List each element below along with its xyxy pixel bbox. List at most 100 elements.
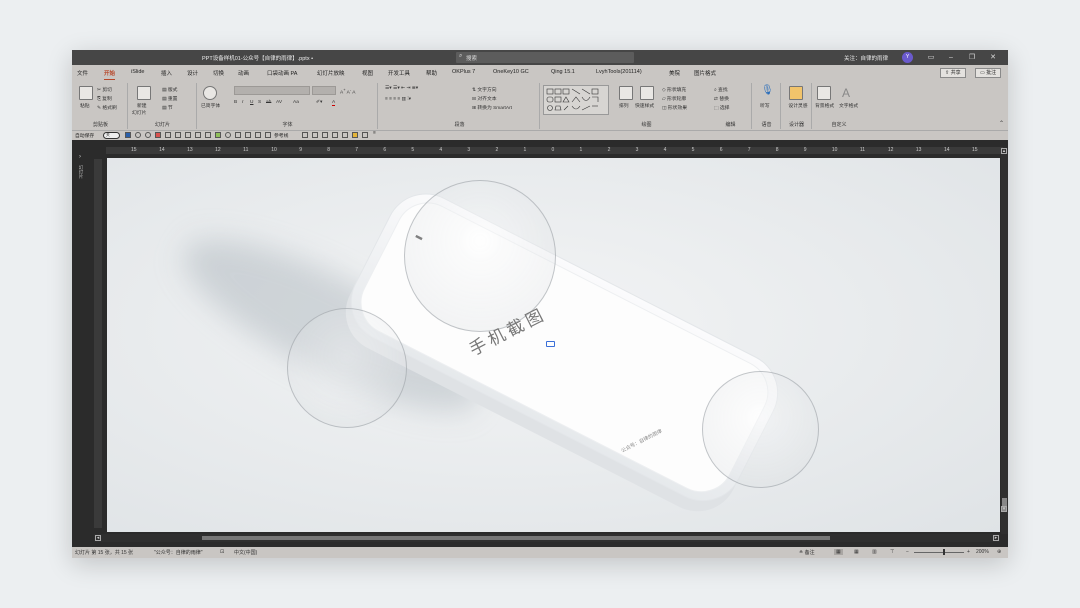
shape-fill-button[interactable]: ◇ 形状填充 xyxy=(662,86,686,93)
shapes-gallery[interactable] xyxy=(543,85,609,115)
font-name-input[interactable] xyxy=(234,86,310,95)
microphone-icon[interactable]: 🎙 xyxy=(761,85,774,96)
redo-icon[interactable] xyxy=(145,132,151,138)
simplified-font-label[interactable]: 已简字体 xyxy=(201,102,223,109)
reading-view-icon[interactable]: ▥ xyxy=(872,549,877,555)
expand-panel-icon[interactable]: › xyxy=(79,154,81,160)
notes-button[interactable]: ≙ 备注 xyxy=(799,549,815,556)
text-format-icon[interactable]: A xyxy=(842,86,850,100)
tab-animations[interactable]: 动画 xyxy=(238,69,249,77)
background-format-icon[interactable] xyxy=(817,86,831,100)
arrange-icon[interactable] xyxy=(619,86,633,100)
scroll-left-icon[interactable]: ◂ xyxy=(95,535,101,541)
slide-canvas[interactable]: 手机截图 公众号：自律的雨律 xyxy=(107,158,1000,532)
replace-button[interactable]: ⇄ 替换 xyxy=(714,95,729,102)
tab-insert[interactable]: 插入 xyxy=(161,69,172,77)
accessibility-icon[interactable]: ⊡ xyxy=(220,549,224,555)
distribute-icon[interactable] xyxy=(195,132,201,138)
design-ideas-label[interactable]: 设计灵感 xyxy=(786,102,810,109)
normal-view-icon[interactable]: ▦ xyxy=(834,549,843,555)
zoom-out-icon[interactable]: − xyxy=(906,549,909,555)
zoom-slider-thumb[interactable] xyxy=(943,549,945,555)
chart-icon[interactable] xyxy=(332,132,338,138)
hash-icon[interactable] xyxy=(302,132,308,138)
guides-label[interactable]: 参考线 xyxy=(274,132,288,139)
dictate-label[interactable]: 听写 xyxy=(760,102,770,109)
scroll-right-icon[interactable]: ▸ xyxy=(993,535,999,541)
tab-home[interactable]: 开始 xyxy=(104,69,116,80)
tab-picture-format[interactable]: 图片格式 xyxy=(694,69,716,77)
tab-pocket-animation[interactable]: 口袋动画 PA xyxy=(267,69,297,77)
shadow-button[interactable]: S xyxy=(258,100,261,105)
present-icon[interactable] xyxy=(155,132,161,138)
collapse-ribbon-icon[interactable]: ⌃ xyxy=(999,120,1004,127)
tab-okplus[interactable]: OKPlus 7 xyxy=(452,69,475,75)
tab-developer[interactable]: 开发工具 xyxy=(388,69,410,77)
scroll-down-icon[interactable]: ▾ xyxy=(1001,506,1007,512)
eyedropper-icon[interactable] xyxy=(235,132,241,138)
bullets-icon[interactable]: ☰▾ ☰▾ ⇤ ⇥ ≣▾ xyxy=(385,86,418,91)
tab-onekey[interactable]: OneKey10 GC xyxy=(493,69,529,75)
table-icon[interactable] xyxy=(165,132,171,138)
select-button[interactable]: ⬚ 选择 xyxy=(714,104,729,111)
save-icon[interactable] xyxy=(125,132,131,138)
section-button[interactable]: ▤ 节 xyxy=(162,104,173,111)
text-format-label[interactable]: 文字格式 xyxy=(839,102,858,109)
fill-color-icon[interactable] xyxy=(215,132,221,138)
ribbon-display-icon[interactable]: ▭ xyxy=(924,52,938,63)
arrange-label[interactable]: 排列 xyxy=(619,102,629,109)
cut-button[interactable]: ✂ 剪切 xyxy=(97,86,112,93)
search-box[interactable]: ⌕ 搜索 xyxy=(456,52,634,63)
new-slide-icon[interactable] xyxy=(137,86,151,100)
window-icon[interactable] xyxy=(362,132,368,138)
italic-button[interactable]: I xyxy=(242,100,243,105)
tab-slideshow[interactable]: 幻灯片放映 xyxy=(317,69,345,77)
background-format-label[interactable]: 背景格式 xyxy=(815,102,834,109)
new-slide-label[interactable]: 新建 xyxy=(137,102,147,109)
slideshow-icon[interactable]: ⊤ xyxy=(890,549,894,555)
tab-transitions[interactable]: 切换 xyxy=(213,69,224,77)
text-direction-button[interactable]: ⇅ 文字方向 xyxy=(472,86,497,93)
undo-icon[interactable] xyxy=(135,132,141,138)
paste-icon[interactable] xyxy=(79,86,93,100)
zoom-in-icon[interactable]: + xyxy=(967,549,970,555)
rotate-icon[interactable] xyxy=(312,132,318,138)
reset-button[interactable]: ▤ 重置 xyxy=(162,95,177,102)
folder-icon[interactable] xyxy=(352,132,358,138)
language[interactable]: 中文(中国) xyxy=(234,549,257,556)
underline-button[interactable]: U xyxy=(250,100,253,105)
tab-view[interactable]: 视图 xyxy=(362,69,373,77)
simplified-font-icon[interactable] xyxy=(203,86,217,100)
minimize-icon[interactable]: – xyxy=(944,52,958,63)
copy-button[interactable]: ⎘ 复制 xyxy=(97,95,112,102)
char-spacing-button[interactable]: AV xyxy=(276,100,282,105)
scroll-up-icon[interactable]: ▴ xyxy=(1001,148,1007,154)
tab-meiyuan[interactable]: 美院 xyxy=(669,69,680,77)
horizontal-scrollbar[interactable] xyxy=(94,534,1000,542)
close-icon[interactable]: ✕ xyxy=(986,52,1000,63)
merge-icon[interactable] xyxy=(342,132,348,138)
bold-button[interactable]: B xyxy=(234,100,237,105)
tab-islide[interactable]: iSlide xyxy=(131,69,144,75)
autosave-toggle[interactable]: 关 xyxy=(103,132,120,139)
find-button[interactable]: ⌕ 查找 xyxy=(714,86,728,93)
textbox-icon[interactable] xyxy=(175,132,181,138)
change-case-button[interactable]: Aa xyxy=(293,100,299,105)
tab-design[interactable]: 设计 xyxy=(187,69,198,77)
vertical-scrollbar[interactable] xyxy=(1001,148,1008,534)
checkbox-icon[interactable] xyxy=(265,132,271,138)
format-painter-button[interactable]: ✎ 格式刷 xyxy=(97,104,117,111)
font-color-button[interactable]: A xyxy=(332,100,336,106)
slides-panel-label[interactable]: 幻灯片 xyxy=(78,165,84,179)
fit-slide-icon[interactable]: ⊕ xyxy=(997,549,1001,555)
shape-effects-button[interactable]: ◫ 形状效果 xyxy=(662,104,687,111)
crop-icon[interactable] xyxy=(205,132,211,138)
zoom-slider[interactable] xyxy=(914,552,964,553)
share-button[interactable]: ⇪ 共享 xyxy=(940,68,966,78)
smartart-button[interactable]: ⊞ 转换为 SmartArt xyxy=(472,104,512,111)
restore-icon[interactable]: ❐ xyxy=(965,52,979,63)
customize-qat-icon[interactable]: ≡ xyxy=(373,131,376,136)
highlight-color-icon[interactable]: ✐▾ xyxy=(316,100,322,105)
paste-label[interactable]: 粘贴 xyxy=(80,102,90,109)
comment-button[interactable]: ▭ 批注 xyxy=(975,68,1002,78)
